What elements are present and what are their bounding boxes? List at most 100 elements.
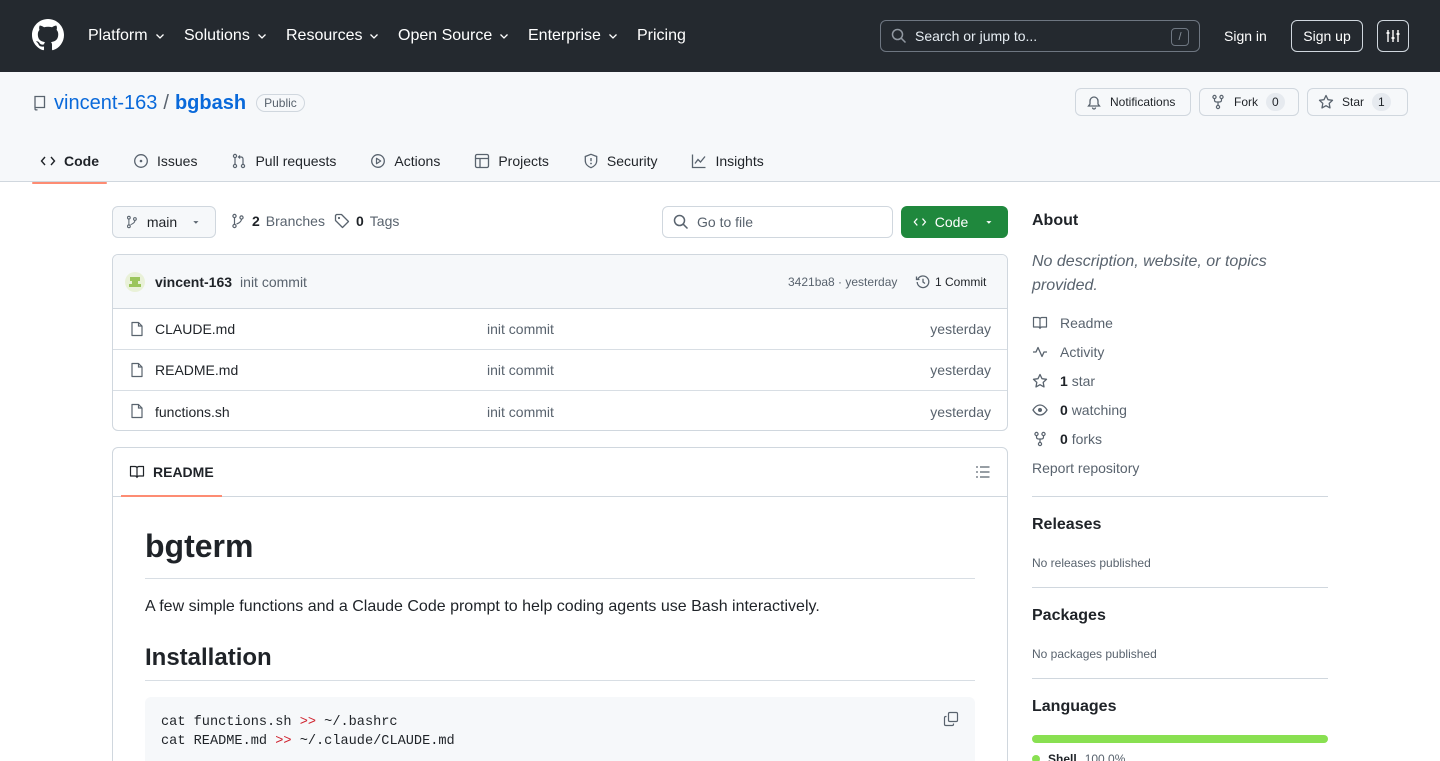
repo-owner-link[interactable]: vincent-163	[54, 92, 157, 115]
about-section: About No description, website, or topics…	[1032, 212, 1328, 298]
language-percent: 100.0%	[1084, 752, 1126, 761]
tags-link[interactable]: 0 Tags	[334, 213, 399, 229]
chevron-down-icon	[257, 34, 266, 39]
divider	[1032, 496, 1328, 497]
shield-icon	[584, 153, 598, 169]
search-shortcut-key: /	[1171, 28, 1189, 46]
repo-tabs: Code Issues Pull requests Actions Projec…	[32, 140, 790, 184]
copy-icon[interactable]	[943, 711, 959, 727]
go-to-file-input[interactable]: Go to file	[662, 206, 893, 238]
tab-security[interactable]: Security	[575, 143, 666, 179]
language-item[interactable]: Shell 100.0%	[1032, 752, 1125, 761]
code-text: ~/.bashrc	[316, 715, 398, 730]
search-placeholder: Search or jump to...	[915, 28, 1038, 44]
github-logo-icon[interactable]	[32, 19, 64, 51]
tab-projects-label: Projects	[498, 153, 549, 169]
tab-actions[interactable]: Actions	[362, 143, 448, 179]
activity-link[interactable]: Activity	[1032, 344, 1104, 360]
history-icon	[915, 274, 930, 288]
fork-icon	[1034, 431, 1046, 447]
nav-resources[interactable]: Resources	[286, 24, 380, 48]
forks-link[interactable]: 0 forks	[1032, 431, 1102, 447]
settings-menu-button[interactable]	[1377, 20, 1409, 52]
notifications-label: Notifications	[1110, 95, 1176, 109]
list-outline-icon[interactable]	[975, 464, 991, 480]
file-name-link[interactable]: functions.sh	[155, 404, 230, 420]
tab-issues[interactable]: Issues	[125, 143, 205, 179]
sign-up-button[interactable]: Sign up	[1291, 20, 1363, 52]
tab-issues-label: Issues	[157, 153, 198, 169]
readme-title: bgterm	[145, 528, 254, 564]
languages-section: Languages	[1032, 698, 1328, 716]
watchers-link[interactable]: 0 watching	[1032, 402, 1127, 418]
avatar[interactable]	[125, 271, 145, 292]
language-bar	[1032, 735, 1328, 743]
installation-heading: Installation	[145, 644, 272, 671]
repo-name-link[interactable]: bgbash	[175, 92, 246, 115]
sign-in-link[interactable]: Sign in	[1216, 20, 1275, 52]
star-button[interactable]: Star 1	[1307, 88, 1408, 116]
code-icon	[40, 156, 56, 166]
tab-insights-label: Insights	[715, 153, 764, 169]
forks-text: 0 forks	[1060, 431, 1102, 447]
file-icon	[131, 403, 143, 419]
report-repository-link[interactable]: Report repository	[1032, 460, 1139, 476]
code-line: cat functions.sh >> ~/.bashrc	[161, 713, 959, 732]
fork-count: 0	[1266, 93, 1285, 111]
book-icon	[129, 465, 145, 479]
search-input[interactable]: Search or jump to... /	[880, 20, 1200, 52]
fork-button[interactable]: Fork 0	[1199, 88, 1299, 116]
tab-code[interactable]: Code	[32, 143, 107, 184]
branches-count: 2	[252, 213, 260, 229]
pulse-icon	[1033, 346, 1047, 358]
latest-commit-row: vincent-163 init commit 3421ba8 · yester…	[113, 255, 1007, 309]
code-operator: >>	[299, 715, 317, 730]
commit-author[interactable]: vincent-163	[155, 274, 232, 290]
file-name-link[interactable]: CLAUDE.md	[155, 321, 235, 337]
star-label: Star	[1342, 95, 1365, 109]
commit-sha-time[interactable]: 3421ba8 · yesterday	[788, 275, 897, 289]
file-icon	[131, 362, 143, 378]
file-commit-message[interactable]: init commit	[487, 362, 554, 378]
code-icon	[913, 218, 927, 226]
nav-enterprise[interactable]: Enterprise	[528, 24, 619, 48]
divider	[145, 578, 975, 579]
file-commit-message[interactable]: init commit	[487, 321, 554, 337]
sliders-icon	[1386, 30, 1400, 42]
tab-insights[interactable]: Insights	[683, 143, 771, 179]
readme-link[interactable]: Readme	[1032, 315, 1113, 331]
tab-security-label: Security	[606, 153, 658, 169]
releases-heading[interactable]: Releases	[1032, 516, 1328, 534]
chevron-down-icon	[370, 34, 379, 39]
book-icon	[1032, 316, 1048, 330]
file-name-link[interactable]: README.md	[155, 362, 238, 378]
code-dropdown-button[interactable]: Code	[901, 206, 1008, 238]
table-icon	[475, 153, 490, 169]
nav-platform[interactable]: Platform	[88, 24, 166, 48]
forks-label: forks	[1071, 431, 1103, 447]
file-commit-date: yesterday	[930, 362, 991, 378]
global-header: Platform Solutions Resources Open Source…	[0, 0, 1440, 72]
visibility-badge: Public	[256, 94, 305, 112]
branches-link[interactable]: 2 Branches	[230, 213, 325, 229]
bell-icon	[1087, 96, 1101, 110]
nav-open-source[interactable]: Open Source	[398, 24, 510, 48]
tab-projects[interactable]: Projects	[466, 143, 557, 179]
divider	[145, 680, 975, 681]
tag-icon	[334, 213, 350, 229]
branch-selector[interactable]: main	[112, 206, 216, 238]
code-operator: >>	[275, 734, 292, 749]
commits-history-link[interactable]: 1 Commit	[915, 274, 986, 290]
nav-solutions[interactable]: Solutions	[184, 24, 268, 48]
readme-tab[interactable]: README	[121, 448, 222, 497]
nav-pricing[interactable]: Pricing	[637, 24, 686, 48]
packages-heading[interactable]: Packages	[1032, 607, 1328, 625]
tab-actions-label: Actions	[394, 153, 441, 169]
caret-down-icon	[193, 221, 199, 224]
notifications-button[interactable]: Notifications	[1075, 88, 1191, 116]
commit-message[interactable]: init commit	[240, 274, 307, 290]
tab-pull-requests[interactable]: Pull requests	[223, 143, 344, 179]
star-icon	[1318, 94, 1334, 109]
stars-link[interactable]: 1 star	[1032, 373, 1095, 389]
file-commit-message[interactable]: init commit	[487, 404, 554, 420]
